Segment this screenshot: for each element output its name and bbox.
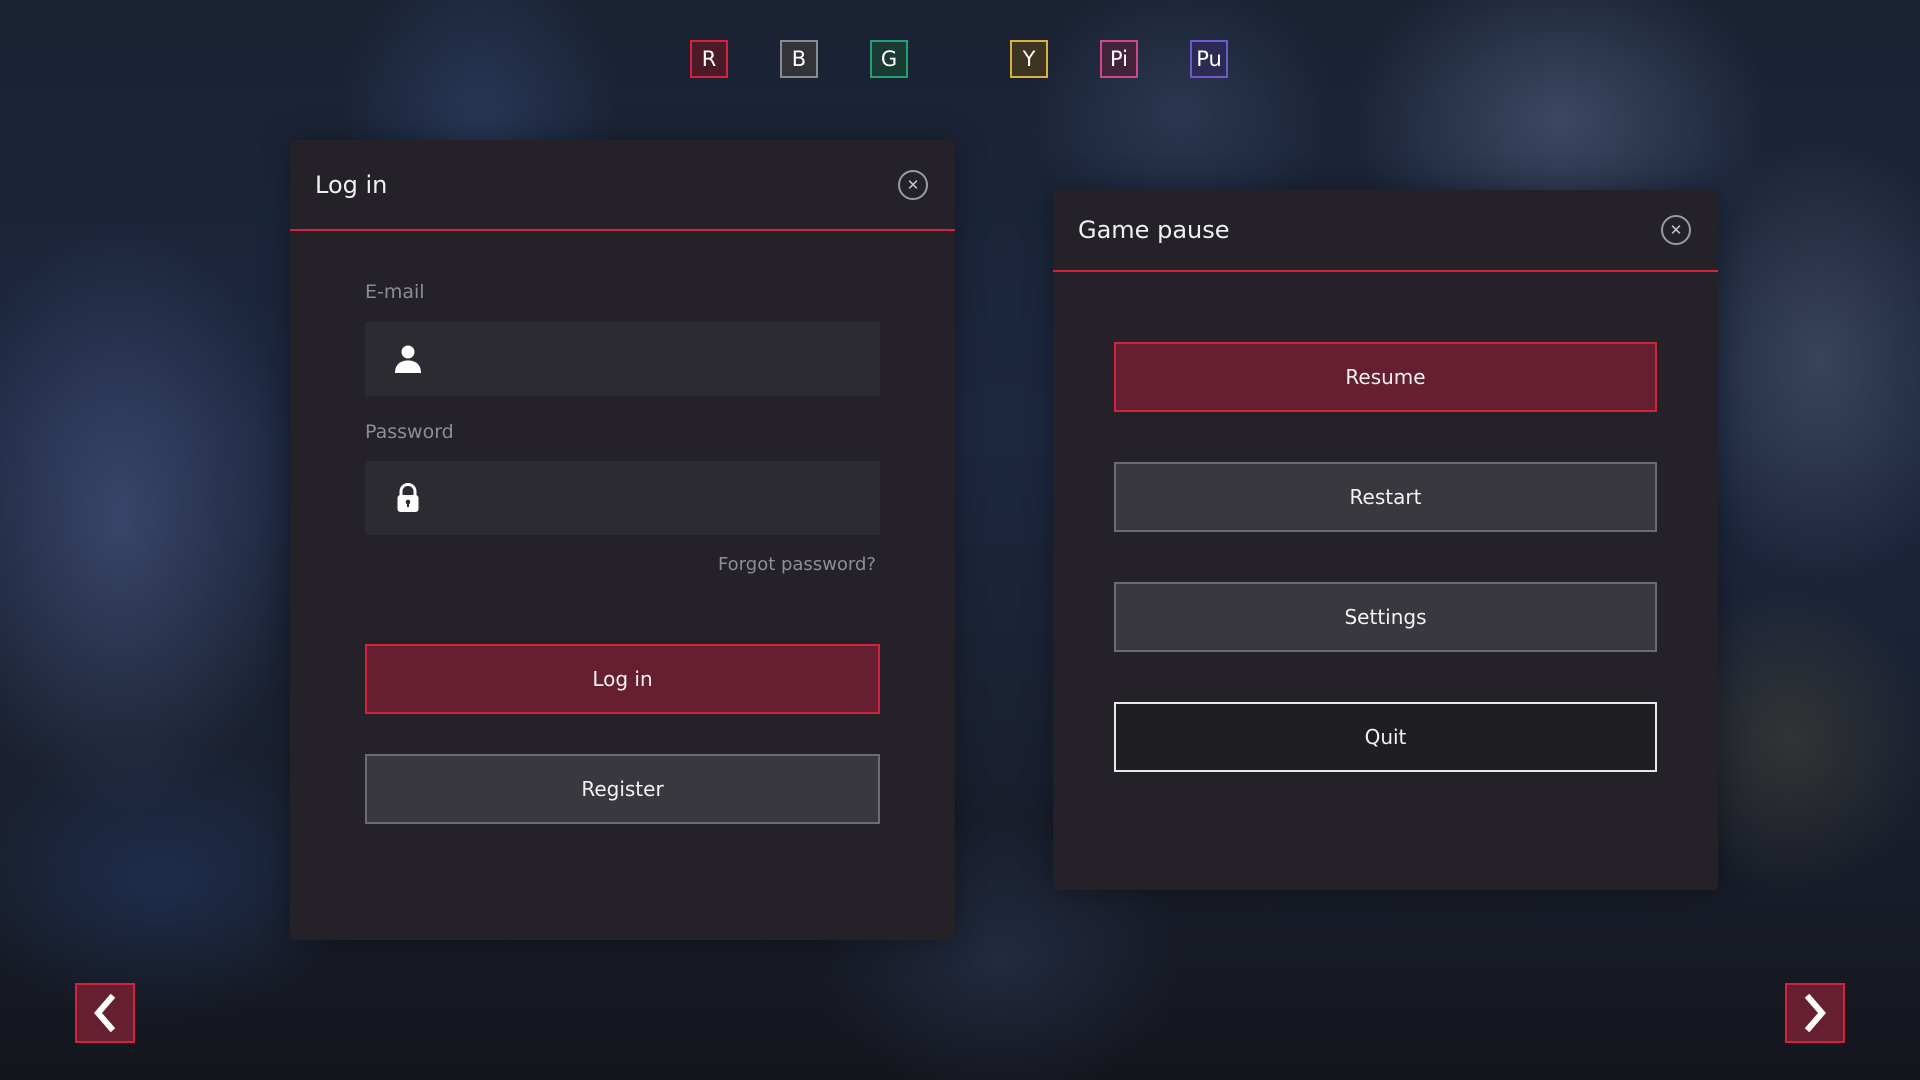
game-pause-panel: Game pause ✕ Resume Restart Settings Qui… [1053, 190, 1718, 890]
login-button-label: Log in [592, 667, 653, 691]
swatch-label: Pu [1196, 47, 1222, 71]
resume-button[interactable]: Resume [1114, 342, 1657, 412]
swatch-label: R [701, 47, 717, 71]
color-swatch-yellow[interactable]: Y [1010, 40, 1048, 78]
game-pause-close-button[interactable]: ✕ [1661, 215, 1691, 245]
quit-button-label: Quit [1364, 725, 1407, 749]
game-pause-header: Game pause ✕ [1053, 190, 1718, 272]
settings-button-label: Settings [1344, 605, 1427, 629]
quit-button[interactable]: Quit [1114, 702, 1657, 772]
register-button-label: Register [581, 777, 664, 801]
password-input[interactable] [445, 461, 869, 537]
color-swatch-green[interactable]: G [870, 40, 908, 78]
color-swatch-red[interactable]: R [690, 40, 728, 78]
next-button[interactable] [1785, 983, 1845, 1043]
login-button[interactable]: Log in [365, 644, 880, 714]
previous-button[interactable] [75, 983, 135, 1043]
email-input[interactable] [445, 322, 869, 398]
chevron-left-icon [94, 993, 116, 1033]
password-label: Password [365, 421, 454, 443]
login-close-button[interactable]: ✕ [898, 170, 928, 200]
swatch-label: Y [1022, 47, 1036, 71]
game-pause-title: Game pause [1078, 216, 1230, 244]
login-panel: Log in ✕ E-mail Password Forgot password… [290, 140, 955, 940]
restart-button[interactable]: Restart [1114, 462, 1657, 532]
user-icon [395, 345, 421, 373]
register-button[interactable]: Register [365, 754, 880, 824]
password-field[interactable] [365, 461, 880, 537]
email-field[interactable] [365, 322, 880, 398]
color-swatch-purple[interactable]: Pu [1190, 40, 1228, 78]
close-icon: ✕ [1669, 221, 1683, 239]
swatch-label: B [791, 47, 807, 71]
restart-button-label: Restart [1349, 485, 1422, 509]
login-panel-header: Log in ✕ [290, 140, 955, 231]
settings-button[interactable]: Settings [1114, 582, 1657, 652]
color-swatch-black[interactable]: B [780, 40, 818, 78]
login-panel-title: Log in [315, 171, 388, 199]
email-label: E-mail [365, 281, 425, 303]
lock-icon [397, 482, 419, 512]
close-icon: ✕ [906, 176, 920, 194]
color-swatch-pink[interactable]: Pi [1100, 40, 1138, 78]
resume-button-label: Resume [1345, 365, 1426, 389]
chevron-right-icon [1804, 993, 1826, 1033]
swatch-label: G [880, 47, 898, 71]
forgot-password-link[interactable]: Forgot password? [718, 554, 876, 575]
swatch-label: Pi [1109, 47, 1129, 71]
